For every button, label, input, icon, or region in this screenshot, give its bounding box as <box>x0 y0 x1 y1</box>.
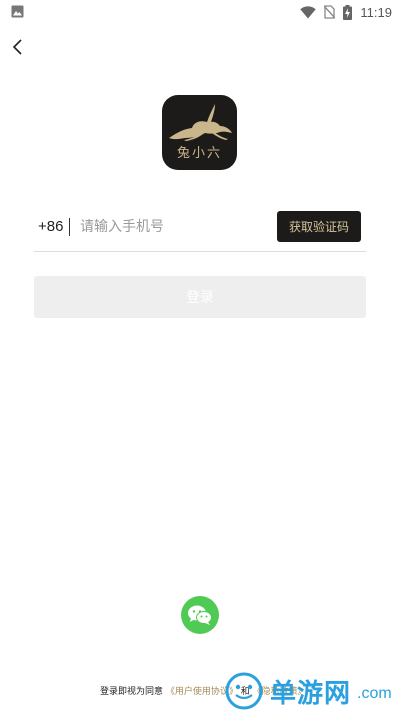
login-button[interactable]: 登录 <box>34 276 366 318</box>
wechat-login-button[interactable] <box>181 596 219 634</box>
logo-text: 兔小六 <box>176 146 222 161</box>
battery-charging-icon <box>343 4 353 20</box>
status-time: 11:19 <box>360 4 392 20</box>
chevron-left-icon <box>12 39 22 55</box>
wechat-icon <box>188 605 212 625</box>
image-notification-icon <box>11 5 24 18</box>
back-button[interactable] <box>8 36 30 58</box>
status-bar: 11:19 <box>0 0 400 24</box>
country-code[interactable]: +86 <box>38 218 63 235</box>
watermark-domain: .com <box>357 685 392 702</box>
phone-input-row: +86 获取验证码 <box>34 205 366 252</box>
divider <box>69 218 70 236</box>
app-logo: 兔小六 <box>162 95 237 170</box>
watermark: 单游网 .com <box>224 670 400 711</box>
phone-input[interactable] <box>80 215 270 239</box>
watermark-text: 单游网 <box>270 679 352 709</box>
get-code-button[interactable]: 获取验证码 <box>277 211 361 242</box>
watermark-logo-icon <box>225 672 263 710</box>
agreement-prefix: 登录即视为同意 <box>100 687 164 697</box>
no-sim-icon <box>324 5 336 19</box>
wifi-icon <box>300 5 317 18</box>
